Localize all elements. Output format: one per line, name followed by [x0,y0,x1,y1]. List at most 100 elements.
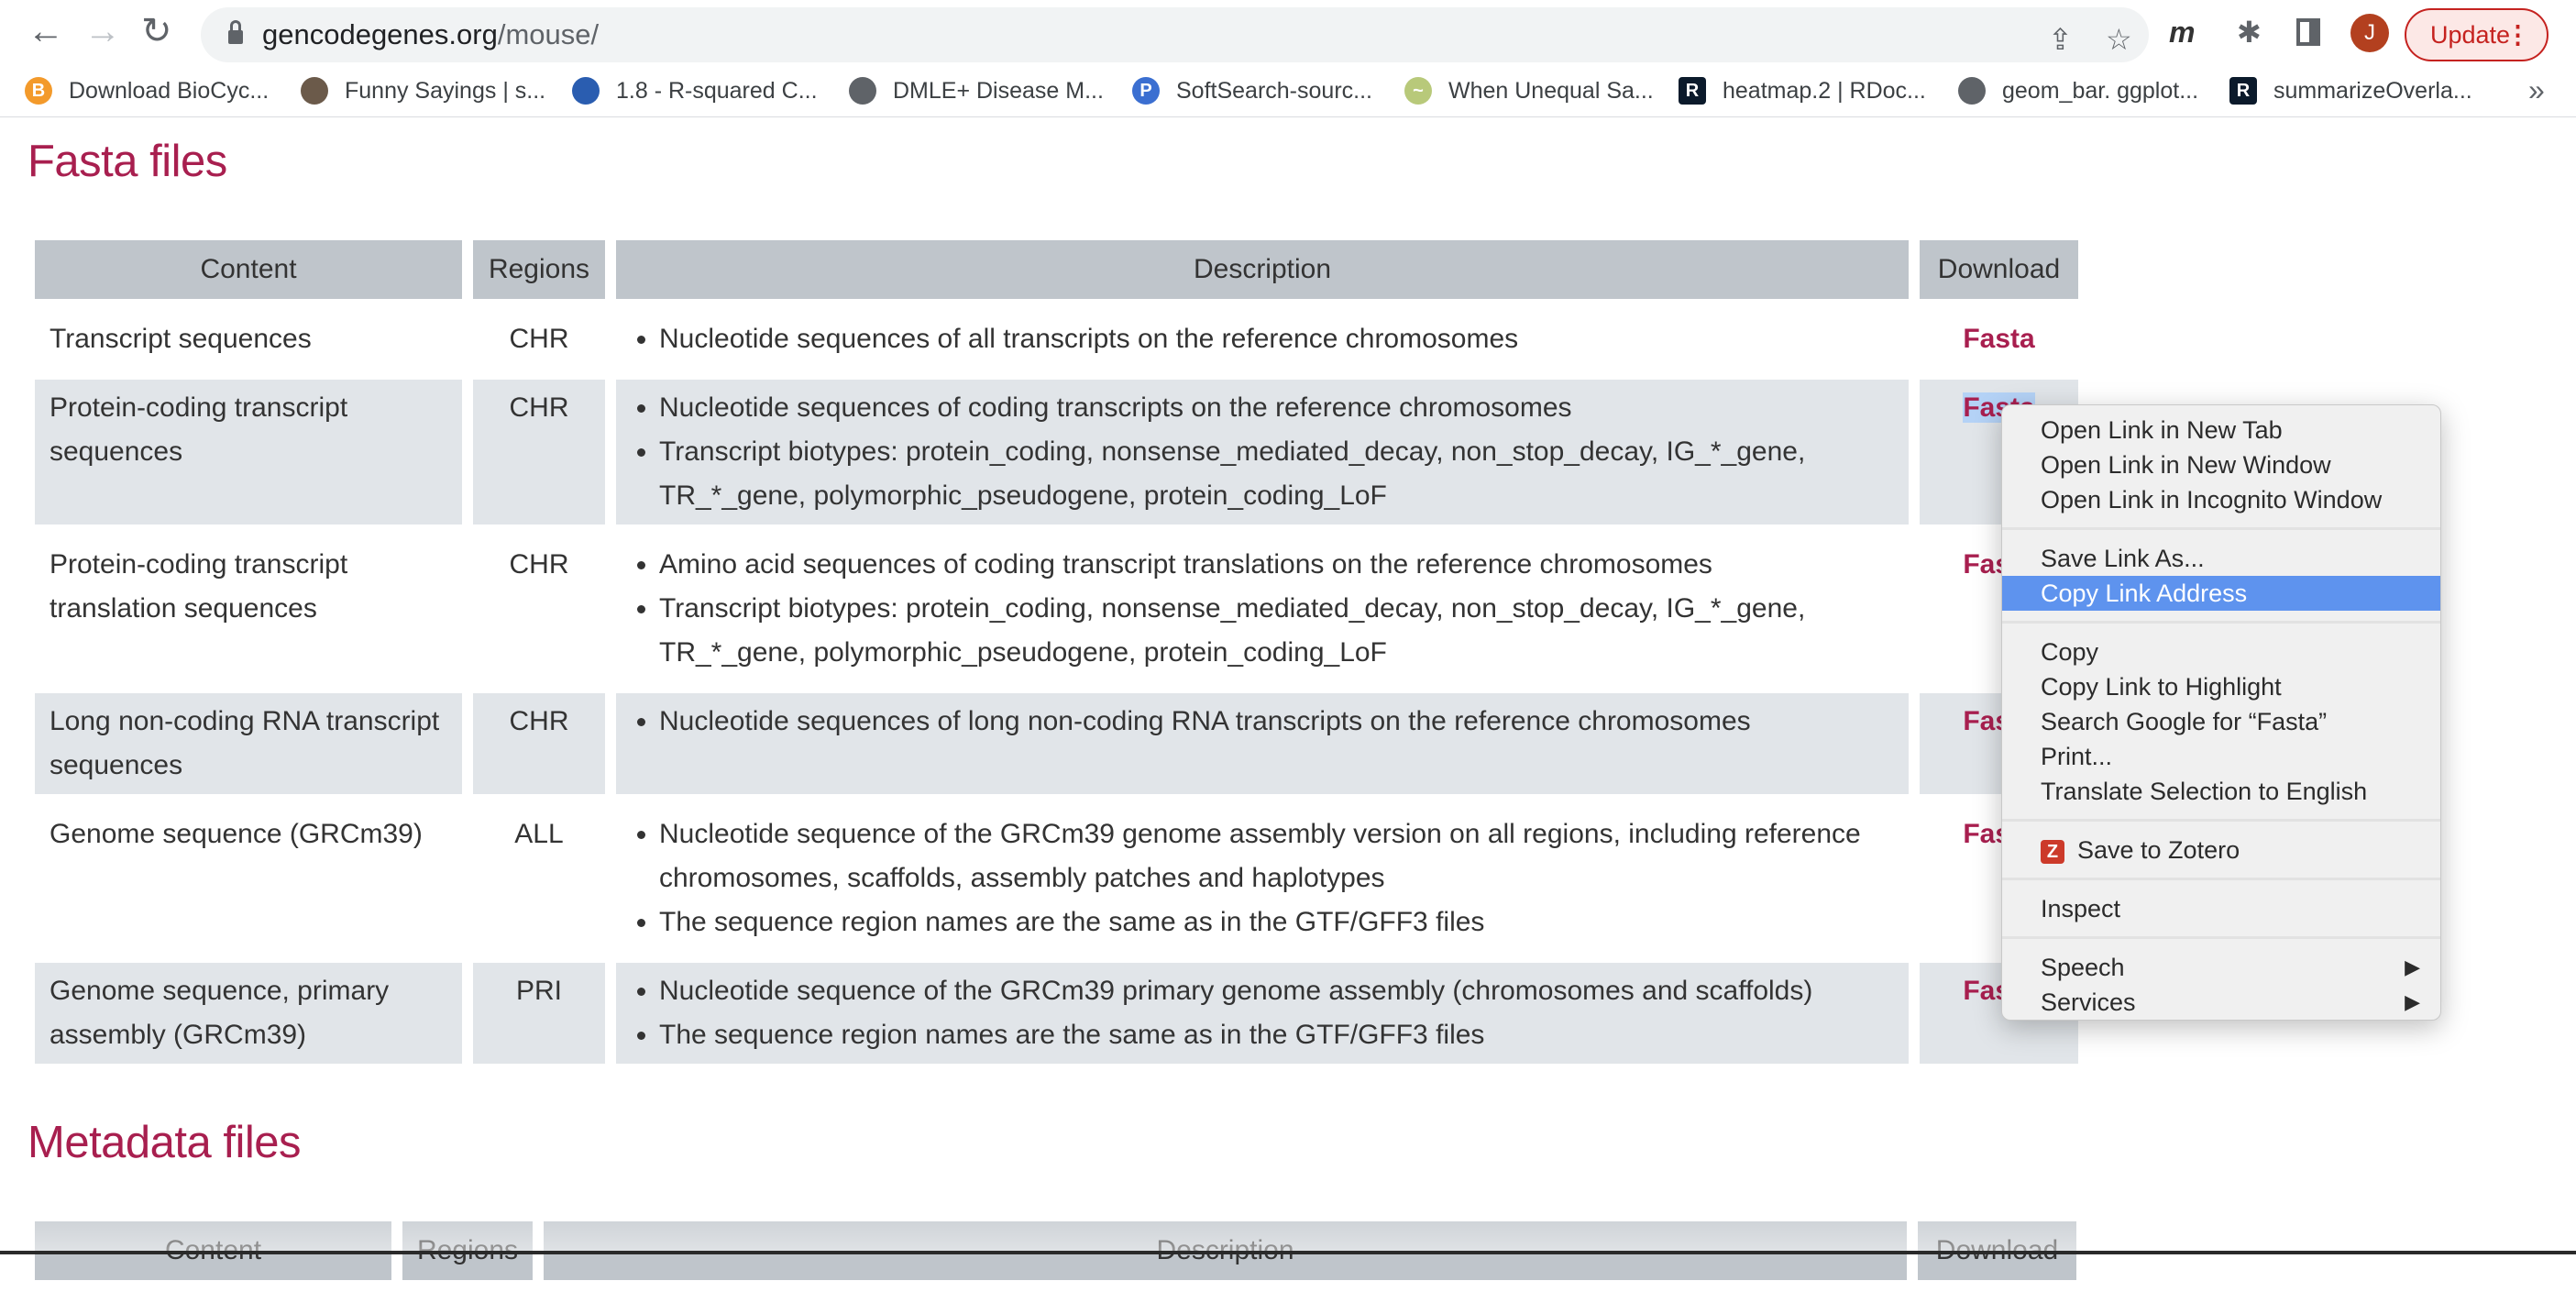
bookmark-item[interactable]: Rheatmap.2 | RDoc... [1679,77,1926,105]
table-row: Genome sequence (GRCm39) ALL Nucleotide se… [35,806,2078,951]
bookmark-item[interactable]: Funny Sayings | s... [301,77,545,105]
bookmark-item[interactable]: ~ When Unequal Sa... [1404,77,1654,105]
table-row: Protein-coding transcript sequencesCHR Nu… [35,380,2078,525]
sidebar-icon[interactable] [2296,18,2320,46]
globe-icon [1958,77,1986,105]
lock-icon[interactable] [228,20,243,44]
more-vert-icon[interactable]: ⋮ [2505,10,2530,60]
bookmark-item[interactable]: geom_bar. ggplot... [1958,77,2198,105]
menu-separator [2002,809,2440,833]
menu-item-label: Save Link As... [2041,545,2205,572]
section-title-fasta: Fasta files [28,137,227,186]
description-item: The sequence region names are the same a… [659,900,1894,944]
column-header: Regions [473,240,605,299]
back-button[interactable]: ← [28,13,64,50]
description-cell: Nucleotide sequence of the GRCm39 primar… [616,963,1909,1064]
menu-item-label: Inspect [2041,895,2121,922]
bookmark-label: summarizeOverla... [2273,77,2472,104]
description-item: Nucleotide sequence of the GRCm39 primar… [659,969,1894,1013]
menu-item-inspect[interactable]: Inspect [2002,891,2440,926]
window-bottom-edge [0,1251,2576,1254]
description-cell: Nucleotide sequence of the GRCm39 genome… [616,806,1909,951]
menu-item-copy-link-address[interactable]: Copy Link Address [2002,576,2440,611]
bookmark-label: DMLE+ Disease M... [893,77,1104,104]
r-icon: R [1679,77,1706,105]
menu-item-open-link-in-new-window[interactable]: Open Link in New Window [2002,447,2440,482]
menu-item-print[interactable]: Print... [2002,739,2440,774]
description-list: Nucleotide sequence of the GRCm39 primar… [631,969,1894,1057]
menu-separator [2002,611,2440,635]
regions-cell: PRI [473,963,605,1064]
content-cell: Transcript sequences [50,324,312,354]
table-row: Protein-coding transcript translation se… [35,536,2078,681]
url-host: gencodegenes.org [262,18,498,50]
menu-item-copy-link-to-highlight[interactable]: Copy Link to Highlight [2002,669,2440,704]
bookmark-label: SoftSearch-sourc... [1176,77,1372,104]
menu-item-label: Copy Link Address [2041,580,2248,607]
menu-item-save-to-zotero[interactable]: Z Save to Zotero [2002,833,2440,867]
menu-item-label: Search Google for “Fasta” [2041,708,2328,735]
description-item: Nucleotide sequences of all transcripts … [659,317,1894,361]
bookmark-item[interactable]: 1.8 - R-squared C... [572,77,818,105]
description-list: Nucleotide sequences of coding transcrip… [631,386,1894,518]
extension-m-icon[interactable]: m [2169,17,2195,48]
content-cell: Genome sequence (GRCm39) [50,819,423,849]
description-cell: Nucleotide sequences of long non-coding … [616,693,1909,794]
address-bar[interactable]: gencodegenes.org/mouse/ ⇪ ☆ [201,7,2149,62]
description-item: Transcript biotypes: protein_coding, non… [659,430,1894,518]
menu-item-speech[interactable]: Speech ▶ [2002,950,2440,985]
menu-item-label: Open Link in New Window [2041,451,2331,479]
avatar[interactable]: J [2350,14,2389,52]
menu-item-translate-selection-to-english[interactable]: Translate Selection to English [2002,774,2440,809]
bookmark-label: When Unequal Sa... [1448,77,1654,104]
description-item: Nucleotide sequences of coding transcrip… [659,386,1894,430]
globe-icon [849,77,876,105]
description-cell: Amino acid sequences of coding transcrip… [616,536,1909,681]
menu-item-search-google-for-fasta[interactable]: Search Google for “Fasta” [2002,704,2440,739]
content-cell: Long non-coding RNA transcript sequences [35,693,462,794]
bookmark-item[interactable]: P SoftSearch-sourc... [1132,77,1372,105]
table-row: Long non-coding RNA transcript sequences… [35,693,2078,794]
bookmark-label: Funny Sayings | s... [345,77,546,104]
description-list: Nucleotide sequences of all transcripts … [631,317,1894,361]
menu-item-save-link-as[interactable]: Save Link As... [2002,541,2440,576]
fasta-download-link[interactable]: Fasta [1963,324,2034,354]
shield-icon [572,77,600,105]
content-cell: Protein-coding transcript translation se… [50,549,348,624]
menu-item-open-link-in-new-tab[interactable]: Open Link in New Tab [2002,413,2440,447]
submenu-arrow-icon: ▶ [2405,990,2420,1013]
reload-button[interactable]: ↻ [141,13,172,50]
description-item: Nucleotide sequences of long non-coding … [659,700,1894,744]
photo-icon [301,77,328,105]
bookmarks-overflow-button[interactable]: » [2528,73,2545,107]
download-cell: Fasta [1920,311,2078,368]
star-icon[interactable]: ☆ [2106,24,2132,55]
menu-item-copy[interactable]: Copy [2002,635,2440,669]
menu-item-open-link-in-incognito-window[interactable]: Open Link in Incognito Window [2002,482,2440,517]
bookmark-item[interactable]: RsummarizeOverla... [2229,77,2472,105]
update-label: Update [2430,21,2511,49]
menu-item-label: Copy Link to Highlight [2041,673,2282,701]
share-icon[interactable]: ⇪ [2048,24,2073,55]
description-list: Nucleotide sequence of the GRCm39 genome… [631,812,1894,944]
description-item: The sequence region names are the same a… [659,1013,1894,1057]
bookmarks-bar: » B Download BioCyc... Funny Sayings | s..… [0,66,2576,117]
description-list: Nucleotide sequences of long non-coding … [631,700,1894,744]
regions-cell: CHR [509,549,569,580]
forward-button[interactable]: → [84,13,121,50]
description-item: Nucleotide sequence of the GRCm39 genome… [659,812,1894,900]
description-item: Transcript biotypes: protein_coding, non… [659,587,1894,675]
browser-toolbar: ← → ↻ gencodegenes.org/mouse/ ⇪ ☆ m ✱ J … [0,0,2576,66]
bookmark-label: Download BioCyc... [69,77,270,104]
puzzle-icon[interactable]: ✱ [2237,17,2262,48]
column-header: Content [35,240,462,299]
column-header: Description [616,240,1909,299]
description-cell: Nucleotide sequences of all transcripts … [616,311,1909,368]
update-button[interactable]: Update ⋮ [2405,8,2548,61]
bottom-fade [0,1192,2576,1251]
bookmark-item[interactable]: DMLE+ Disease M... [849,77,1104,105]
menu-item-label: Services [2041,988,2136,1016]
menu-item-services[interactable]: Services ▶ [2002,985,2440,1020]
url-text[interactable]: gencodegenes.org/mouse/ [262,18,599,51]
bookmark-item[interactable]: B Download BioCyc... [25,77,269,105]
